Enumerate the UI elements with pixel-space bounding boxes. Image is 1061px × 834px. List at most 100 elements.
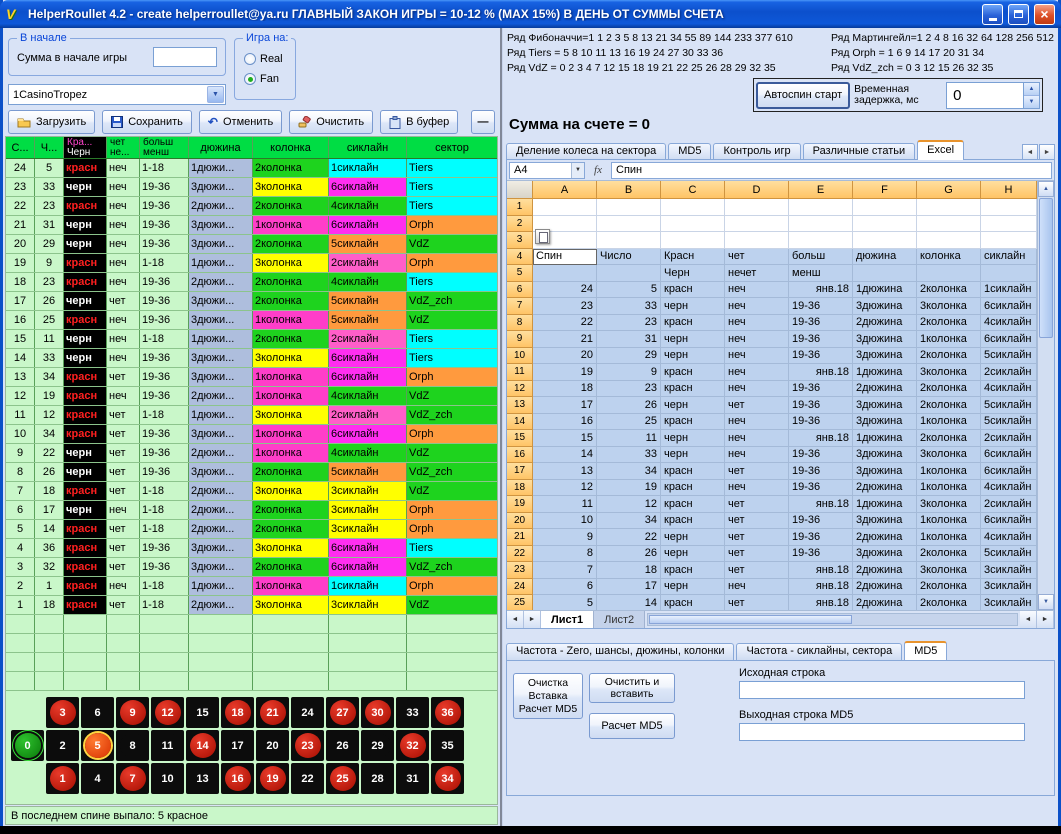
excel-cell[interactable]: 1дюжина	[853, 364, 917, 381]
excel-cell[interactable]: красн	[661, 595, 725, 610]
excel-cell[interactable]: 3дюжина	[853, 447, 917, 464]
excel-cell[interactable]: 11	[533, 496, 597, 513]
excel-cell[interactable]: неч	[725, 315, 789, 332]
excel-cell[interactable]: чет	[725, 513, 789, 530]
excel-row-header[interactable]: 1	[507, 199, 533, 216]
excel-column-header[interactable]: D	[725, 181, 789, 199]
excel-cell[interactable]: 3колонка	[917, 298, 981, 315]
excel-cell[interactable]: 6сиклайн	[981, 447, 1037, 464]
spin-down-icon[interactable]: ▼	[1024, 96, 1039, 108]
board-number-10[interactable]: 10	[151, 763, 184, 794]
hscroll-left-icon[interactable]: ◄	[1020, 611, 1037, 628]
excel-cell[interactable]	[597, 216, 661, 233]
excel-cell[interactable]: 1дюжина	[853, 430, 917, 447]
excel-cell[interactable]: черн	[661, 348, 725, 365]
excel-row-header[interactable]: 12	[507, 381, 533, 398]
excel-cell[interactable]: 14	[533, 447, 597, 464]
excel-cell[interactable]: неч	[725, 579, 789, 596]
excel-cell[interactable]: янв.18	[789, 579, 853, 596]
tab-game-control[interactable]: Контроль игр	[713, 143, 800, 160]
excel-cell[interactable]: 19-36	[789, 546, 853, 563]
excel-column-header[interactable]: A	[533, 181, 597, 199]
save-button[interactable]: Сохранить	[102, 110, 192, 134]
board-number-7[interactable]: 7	[116, 763, 149, 794]
excel-cell[interactable]	[725, 232, 789, 249]
undo-button[interactable]: ↶ Отменить	[199, 110, 282, 134]
board-number-9[interactable]: 9	[116, 697, 149, 728]
excel-cell[interactable]	[725, 199, 789, 216]
excel-cell[interactable]	[533, 199, 597, 216]
excel-cell[interactable]: красн	[661, 463, 725, 480]
excel-cell[interactable]	[981, 265, 1037, 282]
excel-cell[interactable]: 22	[597, 529, 661, 546]
excel-cell[interactable]: 8	[533, 546, 597, 563]
excel-cell[interactable]: колонка	[917, 249, 981, 266]
excel-cell[interactable]: 19-36	[789, 397, 853, 414]
excel-cell[interactable]: 1колонка	[917, 463, 981, 480]
board-number-3[interactable]: 3	[46, 697, 79, 728]
excel-cell[interactable]: сиклайн	[981, 249, 1037, 266]
excel-cell[interactable]: 5сиклайн	[981, 348, 1037, 365]
excel-row-header[interactable]: 13	[507, 397, 533, 414]
board-number-26[interactable]: 26	[326, 730, 359, 761]
excel-cell[interactable]: 2колонка	[917, 595, 981, 610]
excel-cell[interactable]: 2дюжина	[853, 529, 917, 546]
excel-cell[interactable]: 20	[533, 348, 597, 365]
excel-cell[interactable]: 33	[597, 447, 661, 464]
excel-cell[interactable]: чет	[725, 249, 789, 266]
fx-icon[interactable]: fx	[588, 164, 608, 176]
excel-cell[interactable]: Красн	[661, 249, 725, 266]
excel-cell[interactable]: янв.18	[789, 562, 853, 579]
board-number-2[interactable]: 2	[46, 730, 79, 761]
excel-cell[interactable]	[853, 232, 917, 249]
board-number-35[interactable]: 35	[431, 730, 464, 761]
load-button[interactable]: Загрузить	[8, 110, 95, 134]
excel-cell[interactable]: 4сиклайн	[981, 480, 1037, 497]
board-number-23[interactable]: 23	[291, 730, 324, 761]
excel-column-header[interactable]: B	[597, 181, 661, 199]
excel-row-header[interactable]: 21	[507, 529, 533, 546]
excel-cell[interactable]: 3колонка	[917, 496, 981, 513]
excel-cell[interactable]: 19-36	[789, 414, 853, 431]
excel-cell[interactable]: 19-36	[789, 315, 853, 332]
excel-row-header[interactable]: 8	[507, 315, 533, 332]
board-number-16[interactable]: 16	[221, 763, 254, 794]
maximize-button[interactable]	[1008, 4, 1029, 25]
excel-cell[interactable]: 3сиклайн	[981, 579, 1037, 596]
close-button[interactable]: ×	[1034, 4, 1055, 25]
collapse-button[interactable]: —	[471, 110, 495, 134]
excel-cell[interactable]	[789, 232, 853, 249]
excel-cell[interactable]: 19-36	[789, 480, 853, 497]
excel-cell[interactable]: неч	[725, 348, 789, 365]
board-number-18[interactable]: 18	[221, 697, 254, 728]
excel-cell[interactable]: красн	[661, 496, 725, 513]
excel-cell[interactable]: красн	[661, 282, 725, 299]
excel-cell[interactable]: неч	[725, 414, 789, 431]
excel-cell[interactable]: 3дюжина	[853, 397, 917, 414]
autospin-start-button[interactable]: Автоспин старт	[756, 82, 850, 109]
excel-cell[interactable]: 3колонка	[917, 562, 981, 579]
excel-row-header[interactable]: 6	[507, 282, 533, 299]
excel-row-header[interactable]: 2	[507, 216, 533, 233]
excel-cell[interactable]	[981, 199, 1037, 216]
excel-cell[interactable]: больш	[789, 249, 853, 266]
excel-row-header[interactable]: 11	[507, 364, 533, 381]
board-number-24[interactable]: 24	[291, 697, 324, 728]
excel-row-header[interactable]: 18	[507, 480, 533, 497]
excel-cell[interactable]: 3дюжина	[853, 414, 917, 431]
cell-name-box[interactable]: A4 ▼	[509, 162, 585, 179]
excel-cell[interactable]: неч	[725, 331, 789, 348]
excel-cell[interactable]: черн	[661, 397, 725, 414]
excel-cell[interactable]: 2колонка	[917, 546, 981, 563]
excel-cell[interactable]	[661, 232, 725, 249]
excel-cell[interactable]: неч	[725, 364, 789, 381]
excel-cell[interactable]: Черн	[661, 265, 725, 282]
excel-cell[interactable]: янв.18	[789, 364, 853, 381]
excel-row-header[interactable]: 20	[507, 513, 533, 530]
tab-md5-bottom[interactable]: MD5	[904, 641, 947, 660]
excel-cell[interactable]: 23	[597, 315, 661, 332]
excel-cell[interactable]: 19-36	[789, 298, 853, 315]
excel-cell[interactable]: черн	[661, 447, 725, 464]
tab-freq-sixlines[interactable]: Частота - сиклайны, сектора	[736, 643, 902, 660]
excel-cell[interactable]: красн	[661, 315, 725, 332]
